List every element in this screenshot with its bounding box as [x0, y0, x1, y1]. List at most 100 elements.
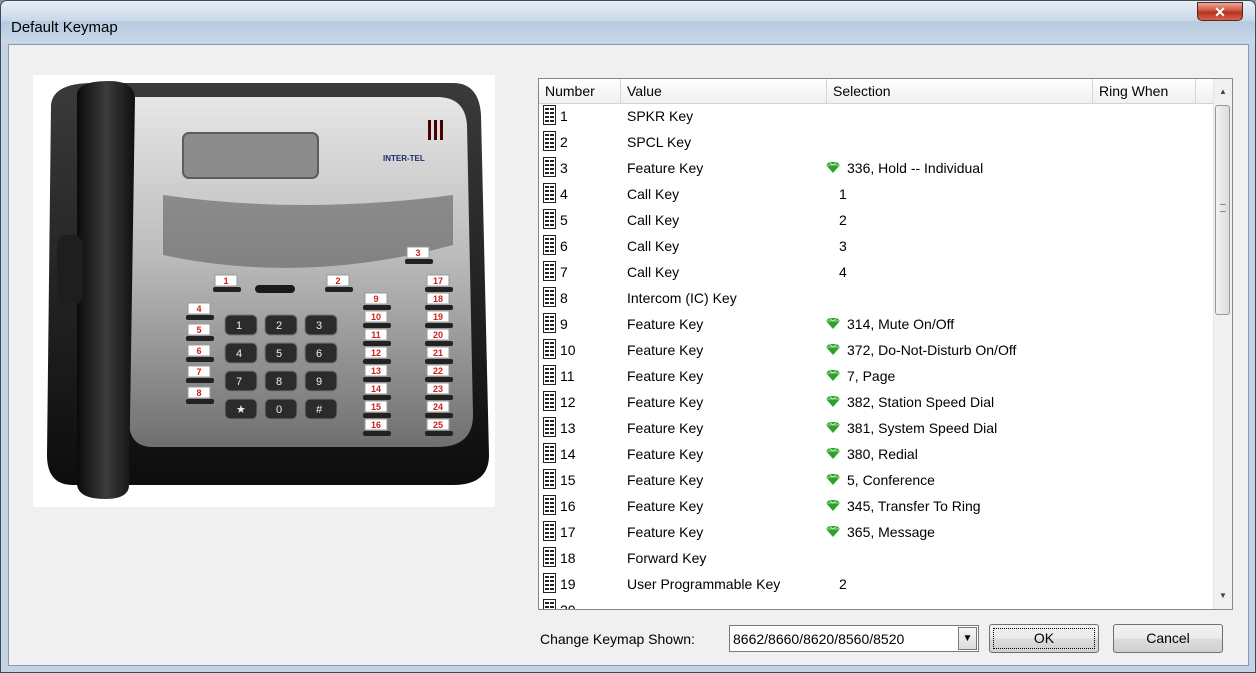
dial-key: 2 [264, 314, 298, 336]
key-document-icon [543, 417, 556, 437]
row-value: Call Key [627, 186, 680, 202]
scroll-down-arrow-icon[interactable]: ▼ [1214, 587, 1232, 605]
row-selection: 2 [839, 212, 847, 228]
table-row[interactable]: 20 [539, 597, 1214, 609]
key-document-icon [543, 105, 556, 125]
row-number: 3 [560, 160, 568, 176]
phone-key-label: 9 [363, 292, 391, 310]
column-header-number[interactable]: Number [539, 79, 621, 103]
table-row[interactable]: 1 SPKR Key [539, 103, 1214, 129]
svg-text:★: ★ [236, 404, 246, 416]
vertical-scrollbar[interactable]: ▲ ▼ [1213, 79, 1232, 609]
ok-button[interactable]: OK [989, 624, 1099, 653]
table-row[interactable]: 5 Call Key 2 [539, 207, 1214, 233]
table-row[interactable]: 18 Forward Key [539, 545, 1214, 571]
row-number: 9 [560, 316, 568, 332]
gem-icon [826, 162, 840, 173]
phone-key-label: 13 [363, 364, 391, 382]
dial-key: 8 [264, 370, 298, 392]
phone-key-label: 3 [405, 246, 433, 264]
cancel-button[interactable]: Cancel [1113, 624, 1223, 653]
svg-text:9: 9 [316, 376, 322, 388]
key-document-icon [543, 261, 556, 281]
title-bar[interactable]: Default Keymap ✕ [1, 1, 1255, 43]
svg-text:3: 3 [316, 320, 322, 332]
column-header-value[interactable]: Value [621, 79, 827, 103]
table-row[interactable]: 14 Feature Key 380, Redial [539, 441, 1214, 467]
svg-text:2: 2 [276, 320, 282, 332]
table-row[interactable]: 9 Feature Key 314, Mute On/Off [539, 311, 1214, 337]
table-row[interactable]: 17 Feature Key 365, Message [539, 519, 1214, 545]
row-selection: 372, Do-Not-Disturb On/Off [847, 342, 1017, 358]
row-value: Feature Key [627, 472, 704, 488]
window-title: Default Keymap [11, 19, 118, 36]
table-row[interactable]: 12 Feature Key 382, Station Speed Dial [539, 389, 1214, 415]
row-value: Intercom (IC) Key [627, 290, 737, 306]
key-document-icon [543, 365, 556, 385]
phone-key-label: 21 [425, 346, 453, 364]
dial-key: 0 [264, 398, 298, 420]
row-number: 1 [560, 108, 568, 124]
table-row[interactable]: 16 Feature Key 345, Transfer To Ring [539, 493, 1214, 519]
row-selection: 345, Transfer To Ring [847, 498, 981, 514]
svg-text:1: 1 [236, 320, 242, 332]
svg-text:20: 20 [433, 330, 443, 340]
key-document-icon [543, 547, 556, 567]
table-row[interactable]: 19 User Programmable Key 2 [539, 571, 1214, 597]
row-number: 14 [560, 446, 576, 462]
dial-key: 7 [224, 370, 258, 392]
dial-key: 3 [304, 314, 338, 336]
table-row[interactable]: 8 Intercom (IC) Key [539, 285, 1214, 311]
svg-text:16: 16 [371, 420, 381, 430]
svg-text:4: 4 [236, 348, 242, 360]
phone-key-label: 15 [363, 400, 391, 418]
svg-text:11: 11 [371, 330, 381, 340]
phone-key-label: 12 [363, 346, 391, 364]
column-header-selection[interactable]: Selection [827, 79, 1093, 103]
key-document-icon [543, 287, 556, 307]
svg-text:19: 19 [433, 312, 443, 322]
key-document-icon [543, 313, 556, 333]
svg-text:18: 18 [433, 294, 443, 304]
scroll-up-arrow-icon[interactable]: ▲ [1214, 83, 1232, 101]
svg-text:25: 25 [433, 420, 443, 430]
row-number: 13 [560, 420, 576, 436]
row-selection: 5, Conference [847, 472, 935, 488]
table-row[interactable]: 4 Call Key 1 [539, 181, 1214, 207]
gem-icon [826, 500, 840, 511]
table-row[interactable]: 10 Feature Key 372, Do-Not-Disturb On/Off [539, 337, 1214, 363]
close-button[interactable]: ✕ [1197, 2, 1243, 21]
phone-key-label: 19 [425, 310, 453, 328]
gem-icon [826, 396, 840, 407]
row-selection: 381, System Speed Dial [847, 420, 998, 436]
svg-text:3: 3 [415, 248, 420, 258]
table-row[interactable]: 6 Call Key 3 [539, 233, 1214, 259]
row-number: 5 [560, 212, 568, 228]
table-row[interactable]: 2 SPCL Key [539, 129, 1214, 155]
svg-text:23: 23 [433, 384, 443, 394]
scrollbar-thumb[interactable] [1215, 105, 1230, 315]
table-row[interactable]: 11 Feature Key 7, Page [539, 363, 1214, 389]
gem-icon [826, 448, 840, 459]
key-document-icon [543, 573, 556, 593]
chevron-down-icon[interactable]: ▼ [958, 627, 977, 650]
table-row[interactable]: 13 Feature Key 381, System Speed Dial [539, 415, 1214, 441]
row-value: Feature Key [627, 524, 704, 540]
keymap-select-value: 8662/8660/8620/8560/8520 [733, 631, 905, 647]
keymap-select[interactable]: 8662/8660/8620/8560/8520 ▼ [729, 625, 979, 652]
grip-icon [1220, 204, 1226, 212]
key-document-icon [543, 209, 556, 229]
table-row[interactable]: 15 Feature Key 5, Conference [539, 467, 1214, 493]
keymap-list[interactable]: Number Value Selection Ring When 1 SPKR K… [538, 78, 1233, 610]
dialog-client-area: INTER-TEL 4 5 6 7 8 9 10 11 12 13 14 15 16 17 18 19 20 21… [8, 44, 1249, 666]
table-row[interactable]: 7 Call Key 4 [539, 259, 1214, 285]
svg-text:5: 5 [276, 348, 282, 360]
svg-text:5: 5 [196, 325, 201, 335]
gem-icon [826, 422, 840, 433]
phone-key-label: 6 [186, 344, 214, 362]
table-row[interactable]: 3 Feature Key 336, Hold -- Individual [539, 155, 1214, 181]
svg-text:6: 6 [196, 346, 201, 356]
phone-key-label: 5 [186, 323, 214, 341]
column-header-ring-when[interactable]: Ring When [1093, 79, 1196, 103]
phone-key-label: 25 [425, 418, 453, 436]
